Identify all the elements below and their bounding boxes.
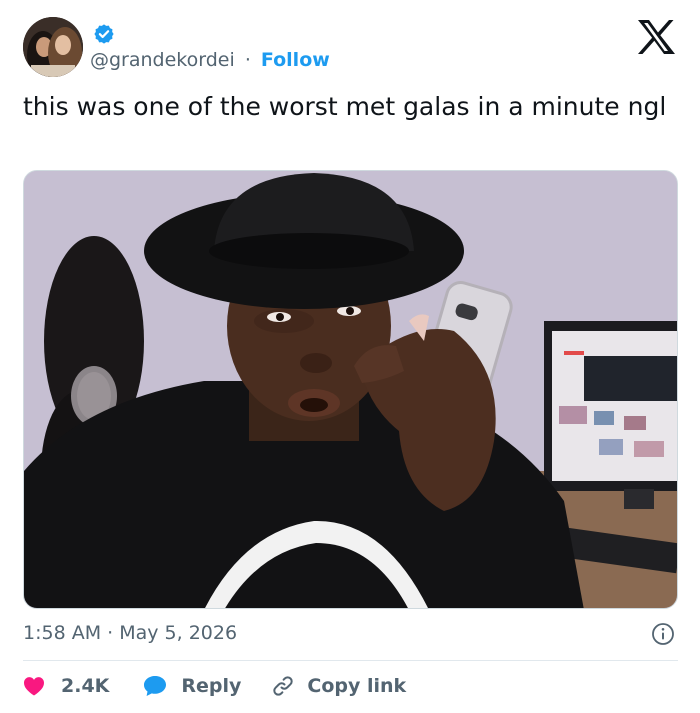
tweet-embed-card: @grandekordei · Follow this was one of t… bbox=[0, 0, 700, 713]
verified-badge-icon bbox=[94, 24, 114, 44]
x-logo-icon[interactable] bbox=[636, 19, 676, 55]
link-icon bbox=[273, 676, 294, 696]
reply-label: Reply bbox=[181, 675, 242, 697]
tweet-actions: 2.4K Reply Copy link bbox=[23, 671, 406, 701]
info-icon[interactable] bbox=[651, 622, 675, 646]
follow-button[interactable]: Follow bbox=[261, 49, 330, 71]
tweet-text: this was one of the worst met galas in a… bbox=[23, 92, 667, 121]
copy-link-button[interactable]: Copy link bbox=[271, 674, 406, 698]
copy-link-label: Copy link bbox=[307, 675, 407, 697]
like-count: 2.4K bbox=[61, 675, 110, 697]
tweet-media-image[interactable] bbox=[23, 170, 678, 609]
author-avatar[interactable] bbox=[23, 17, 83, 77]
speech-bubble-icon bbox=[144, 676, 167, 696]
reply-button[interactable]: Reply bbox=[143, 675, 241, 697]
divider bbox=[23, 660, 678, 661]
author-handle[interactable]: @grandekordei bbox=[90, 49, 235, 71]
like-button[interactable]: 2.4K bbox=[23, 675, 109, 697]
handle-row: @grandekordei · Follow bbox=[90, 47, 330, 73]
separator-dot: · bbox=[244, 49, 251, 71]
tweet-timestamp[interactable]: 1:58 AM · May 5, 2026 bbox=[23, 621, 237, 645]
heart-icon bbox=[24, 677, 44, 696]
